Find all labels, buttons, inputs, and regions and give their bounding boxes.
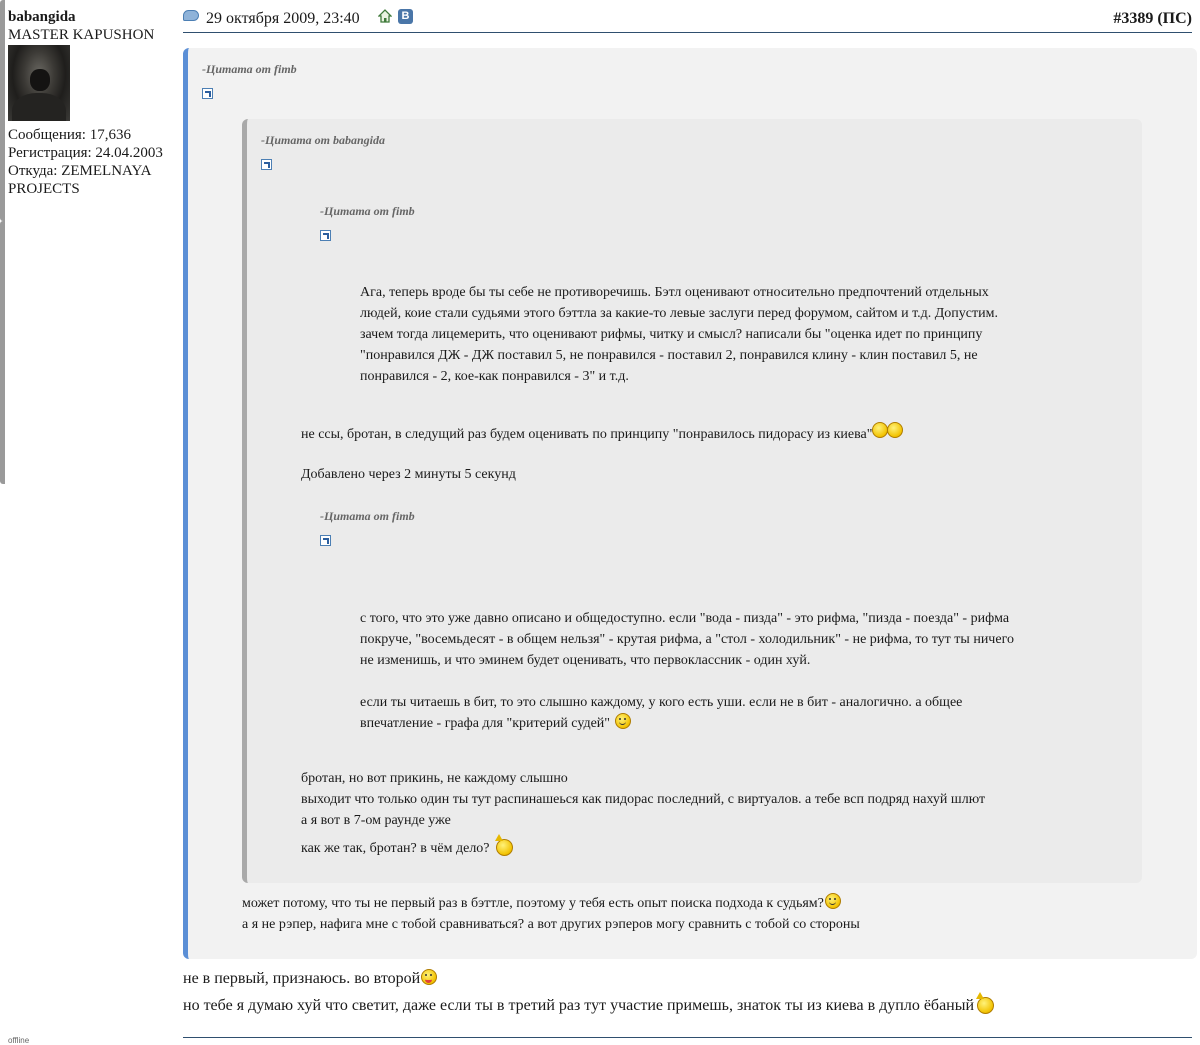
online-status: offline: [8, 1036, 30, 1045]
quote-inner-bar: [0, 0, 5, 221]
vk-icon[interactable]: В: [398, 9, 413, 24]
post-number-link[interactable]: #3389: [1113, 10, 1153, 27]
crown-smile-icon: [974, 992, 995, 1014]
user-location: Откуда: ZEMELNAYA: [8, 163, 152, 179]
user-location-cont: PROJECTS: [8, 181, 80, 197]
quote-inner-bar: [0, 221, 5, 484]
quote-text-line: бротан, но вот прикинь, не каждому слышн…: [301, 771, 568, 786]
quote-text: как же так, бротан? в чём дело?: [301, 841, 490, 856]
user-title: MASTER KAPUSHON: [8, 27, 155, 43]
post-bubble-icon: [183, 10, 199, 21]
quote-text-line: покруче, "восемьдесят - в общем нельзя" …: [360, 632, 1014, 647]
quote-text-line: не изменишь, и что эминем будет оцениват…: [360, 653, 811, 668]
quote-link-icon[interactable]: [320, 535, 331, 546]
avatar[interactable]: [8, 45, 70, 121]
tongue-smile-icon: [421, 969, 438, 985]
post-date: 29 октября 2009, 23:40: [206, 10, 360, 27]
quote-text-line: как же так, бротан? в чём дело?: [301, 834, 514, 859]
post-body-line: но тебе я думаю хуй что светит, даже есл…: [183, 992, 995, 1019]
post-separator: [183, 1037, 1192, 1038]
quote-text-line: зачем тогда лицемерить, что оценивают ри…: [360, 327, 983, 342]
smile-icon: [824, 893, 841, 909]
quote-header: -Цитата от babangida: [261, 133, 386, 147]
quote-text-line: понравился - 2, кое-как понравился - 3" …: [360, 369, 629, 384]
quote-text: может потому, что ты не первый раз в бэт…: [242, 896, 824, 911]
quote-text-line: а я не рэпер, нафига мне с тобой сравнив…: [242, 917, 860, 932]
quote-header: -Цитата от fimb: [320, 509, 415, 523]
quote-text: впечатление - графа для "критерий судей": [360, 716, 610, 731]
quote-text-line: может потому, что ты не первый раз в бэт…: [242, 893, 841, 914]
quote-text-line: не ссы, бротан, в следущий раз будем оце…: [301, 422, 904, 445]
smile-icon: [614, 713, 631, 729]
quote-text-line: "понравился ДЖ - ДЖ поставил 5, не понра…: [360, 348, 978, 363]
post-header: 29 октября 2009, 23:40 В #3389 (ПС): [183, 8, 1192, 33]
quote-text-line: с того, что это уже давно описано и обще…: [360, 611, 1010, 626]
crown-smile-icon: [493, 834, 514, 856]
post-text: но тебе я думаю хуй что светит, даже есл…: [183, 997, 975, 1014]
quote-link-icon[interactable]: [261, 159, 272, 170]
user-info: babangida MASTER KAPUSHON Сообщения: 17,…: [8, 8, 180, 198]
quote-link-icon[interactable]: [320, 230, 331, 241]
home-icon[interactable]: [378, 9, 392, 23]
thumbs-up-icon: [872, 422, 904, 438]
quote-text-line: людей, коие стали судьями этого бэттла з…: [360, 306, 998, 321]
quote-text-line: Ага, теперь вроде бы ты себе не противор…: [360, 285, 989, 300]
quote-header: -Цитата от fimb: [202, 62, 297, 76]
post-body-line: не в первый, признаюсь. во второй: [183, 966, 438, 992]
added-later-note: Добавлено через 2 минуты 5 секунд: [301, 467, 516, 482]
quote-link-icon[interactable]: [202, 88, 213, 99]
post-text: не в первый, признаюсь. во второй: [183, 970, 421, 987]
post-date-wrap: 29 октября 2009, 23:40: [183, 9, 360, 29]
quote-header: -Цитата от fimb: [320, 204, 415, 218]
quote-text-line: если ты читаешь в бит, то это слышно каж…: [360, 695, 963, 710]
user-registered: Регистрация: 24.04.2003: [8, 145, 163, 161]
user-posts-count: Сообщения: 17,636: [8, 127, 131, 143]
quote-text-line: а я вот в 7-ом раунде уже: [301, 813, 451, 828]
ps-label[interactable]: (ПС): [1157, 10, 1192, 27]
post-number[interactable]: #3389 (ПС): [1113, 9, 1192, 29]
quote-text: не ссы, бротан, в следущий раз будем оце…: [301, 427, 873, 442]
quote-text-line: выходит что только один ты тут распинаше…: [301, 792, 986, 807]
quote-text-line: впечатление - графа для "критерий судей": [360, 713, 631, 734]
username[interactable]: babangida: [8, 8, 180, 26]
